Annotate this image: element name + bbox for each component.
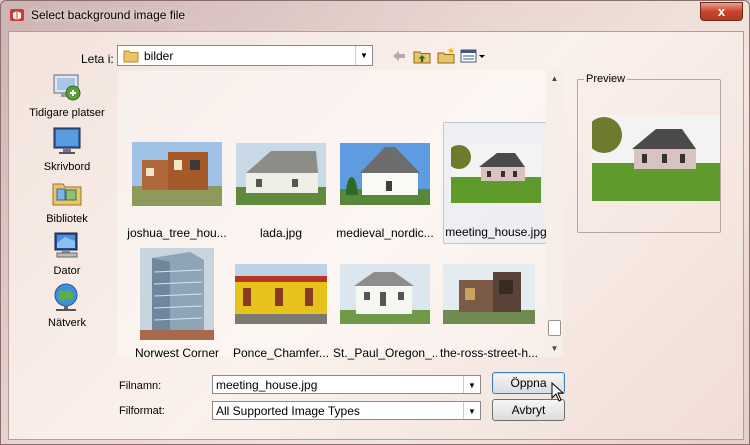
- title-bar[interactable]: Select background image file x: [1, 1, 749, 31]
- new-folder-icon[interactable]: [436, 46, 456, 66]
- preview-image: [592, 115, 720, 201]
- file-item[interactable]: medieval_nordic...: [333, 124, 437, 246]
- file-thumbnail: [340, 143, 430, 205]
- places-bar: Tidigare platser Skrivbord Bibliotek Dat…: [23, 67, 111, 357]
- filename-label: Filnamn:: [119, 380, 162, 392]
- filename-value: meeting_house.jpg: [216, 378, 318, 392]
- libraries-icon: [52, 183, 82, 206]
- file-thumbnail: [236, 143, 326, 205]
- chevron-down-icon[interactable]: ▼: [463, 376, 480, 393]
- file-item-selected[interactable]: meeting_house.jpg: [443, 122, 547, 244]
- file-name: medieval_nordic...: [336, 226, 434, 240]
- file-item[interactable]: Norwest Corner: [125, 244, 229, 366]
- chevron-down-icon[interactable]: ▼: [355, 46, 372, 65]
- file-item[interactable]: joshua_tree_hou...: [125, 124, 229, 246]
- window-title: Select background image file: [31, 8, 186, 22]
- mouse-cursor-icon: [551, 382, 565, 402]
- sketchup-app-icon: [10, 9, 24, 21]
- cancel-button[interactable]: Avbryt: [492, 399, 565, 421]
- computer-icon: [54, 232, 78, 258]
- back-arrow-icon[interactable]: [391, 46, 407, 66]
- file-name: meeting_house.jpg: [445, 225, 547, 239]
- network-icon: [54, 283, 78, 311]
- place-desktop[interactable]: Skrivbord: [23, 125, 111, 173]
- file-dialog-window: Select background image file x Leta i: b…: [0, 0, 750, 445]
- folder-icon: [123, 50, 139, 63]
- file-thumbnail: [451, 143, 541, 203]
- chevron-down-icon[interactable]: ▼: [463, 402, 480, 419]
- file-item[interactable]: lada.jpg: [229, 124, 333, 246]
- place-label: Bibliotek: [46, 213, 88, 225]
- view-menu-icon[interactable]: [460, 46, 486, 66]
- filetype-value: All Supported Image Types: [216, 404, 360, 418]
- file-name: the-ross-street-h...: [439, 346, 539, 360]
- file-thumbnail: [140, 248, 214, 340]
- file-item[interactable]: the-ross-street-h...: [437, 244, 541, 366]
- file-name: St._Paul_Oregon_...: [333, 346, 437, 360]
- file-name: lada.jpg: [259, 226, 303, 240]
- scroll-up-icon[interactable]: ▲: [546, 70, 563, 87]
- place-label: Nätverk: [48, 317, 86, 329]
- filetype-select[interactable]: All Supported Image Types ▼: [212, 401, 481, 420]
- place-label: Dator: [53, 265, 81, 277]
- file-thumbnail: [443, 264, 535, 324]
- preview-panel: [577, 79, 721, 233]
- place-recent[interactable]: Tidigare platser: [23, 71, 111, 119]
- dialog-body: Leta i: bilder ▼ Tidigare platser Skrivb…: [8, 31, 744, 440]
- file-item[interactable]: St._Paul_Oregon_...: [333, 244, 437, 366]
- scroll-thumb[interactable]: [548, 320, 561, 336]
- file-list[interactable]: joshua_tree_hou... lada.jpg medieval_nor…: [117, 70, 563, 360]
- file-name: Norwest Corner: [134, 346, 220, 360]
- file-thumbnail: [235, 264, 327, 324]
- filetype-label: Filformat:: [119, 405, 165, 417]
- look-in-label: Leta i:: [81, 52, 114, 66]
- file-name: joshua_tree_hou...: [127, 226, 227, 240]
- file-item[interactable]: Ponce_Chamfer...: [229, 244, 333, 366]
- scroll-down-icon[interactable]: ▼: [546, 340, 563, 357]
- look-in-combobox[interactable]: bilder ▼: [117, 45, 373, 66]
- vertical-scrollbar[interactable]: ▲ ▼: [546, 70, 563, 357]
- file-thumbnail: [340, 264, 430, 324]
- place-computer[interactable]: Dator: [23, 229, 111, 277]
- file-name: Ponce_Chamfer...: [232, 346, 330, 360]
- place-label: Tidigare platser: [29, 107, 105, 119]
- look-in-value: bilder: [144, 49, 174, 63]
- place-network[interactable]: Nätverk: [23, 281, 111, 329]
- preview-label: Preview: [584, 73, 628, 85]
- up-folder-icon[interactable]: [412, 46, 432, 66]
- filename-input[interactable]: meeting_house.jpg ▼: [212, 375, 481, 394]
- place-label: Skrivbord: [43, 161, 91, 173]
- file-thumbnail: [132, 142, 222, 206]
- close-button[interactable]: x: [700, 2, 743, 21]
- desktop-icon: [53, 127, 81, 154]
- place-libraries[interactable]: Bibliotek: [23, 177, 111, 225]
- recent-places-icon: [53, 74, 81, 101]
